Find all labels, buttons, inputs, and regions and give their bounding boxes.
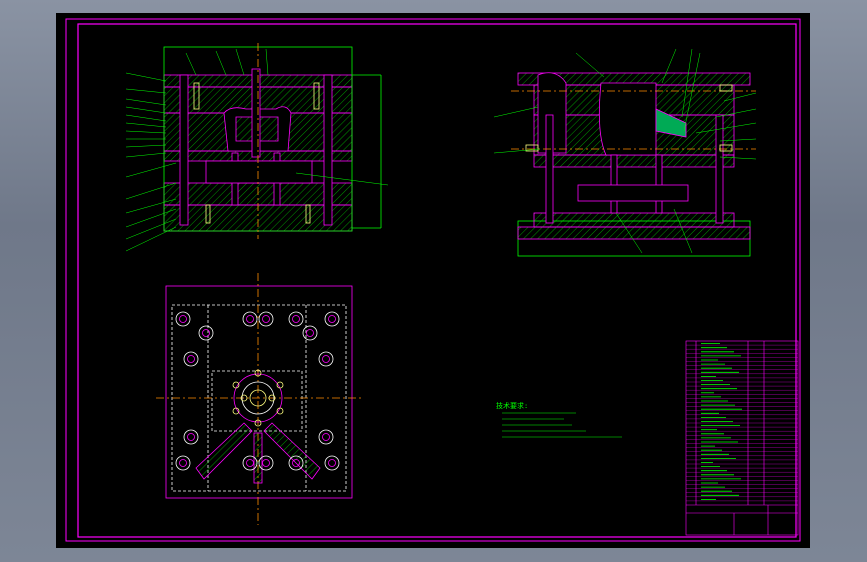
parts-list-rows: [686, 343, 798, 502]
screw-hole-inner-icon: [322, 355, 330, 363]
screw-hole-inner-icon: [187, 433, 195, 441]
screw-hole-inner-icon: [262, 315, 270, 323]
screw-hole-icon: [183, 351, 199, 367]
screw-hole-inner-icon: [306, 329, 314, 337]
screw-hole-icon: [175, 311, 191, 327]
screw-hole-inner-icon: [187, 355, 195, 363]
front-section-view: [163, 43, 382, 239]
screw-hole-icon: [242, 311, 258, 327]
screw-hole-inner-icon: [322, 433, 330, 441]
screw-hole-inner-icon: [292, 315, 300, 323]
cad-drawing: 技术要求:: [65, 18, 801, 542]
screw-hole-icon: [175, 455, 191, 471]
screw-hole-inner-icon: [202, 329, 210, 337]
screw-hole-icon: [288, 311, 304, 327]
screw-hole-icon: [324, 455, 340, 471]
screw-hole-icon: [324, 311, 340, 327]
side-section-view: [511, 72, 756, 257]
screw-hole-icon: [198, 325, 214, 341]
screw-hole-inner-icon: [328, 315, 336, 323]
screw-hole-icon: [318, 351, 334, 367]
screw-hole-inner-icon: [262, 459, 270, 467]
screw-hole-icon: [318, 429, 334, 445]
screw-hole-inner-icon: [328, 459, 336, 467]
screw-hole-icon: [302, 325, 318, 341]
screw-hole-icon: [258, 311, 274, 327]
screw-hole-inner-icon: [246, 459, 254, 467]
screw-hole-inner-icon: [179, 315, 187, 323]
screw-hole-inner-icon: [246, 315, 254, 323]
tech-requirements-heading: 技术要求:: [496, 401, 528, 410]
technical-requirements: 技术要求:: [496, 401, 622, 438]
cad-drawing-sheet: 技术要求:: [56, 13, 810, 548]
screw-hole-inner-icon: [179, 459, 187, 467]
top-plan-view: [156, 273, 362, 525]
screw-hole-icon: [183, 429, 199, 445]
